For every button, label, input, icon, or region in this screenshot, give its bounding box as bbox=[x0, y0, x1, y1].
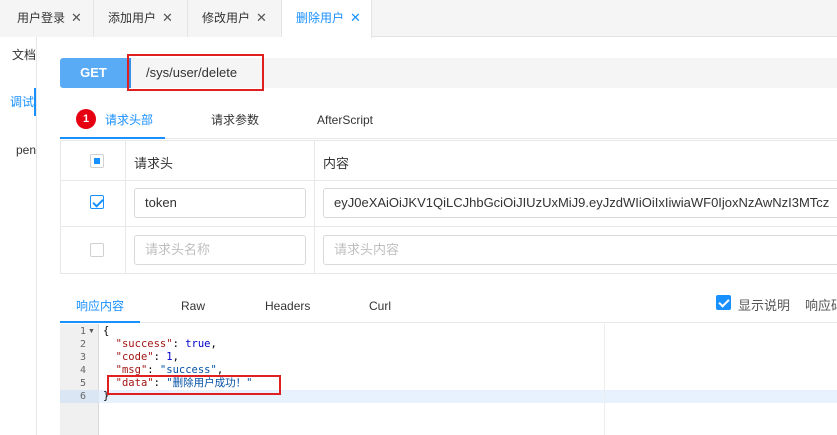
line-number: 3 bbox=[79, 352, 86, 363]
code-line: "code": 1, bbox=[115, 351, 179, 363]
json-value: 1 bbox=[166, 351, 173, 363]
tab-user-login[interactable]: 用户登录 ✕ bbox=[0, 0, 94, 37]
tab-edit-user[interactable]: 修改用户 ✕ bbox=[188, 0, 282, 37]
divider bbox=[61, 226, 837, 227]
header-name-input[interactable]: token bbox=[134, 188, 306, 218]
close-icon[interactable]: ✕ bbox=[350, 0, 361, 35]
response-code-label: 响应码 bbox=[805, 298, 837, 313]
line-number: 6 bbox=[79, 391, 86, 402]
divider bbox=[61, 180, 837, 181]
menu-item-open[interactable]: pen bbox=[0, 143, 36, 157]
column-header-name: 请求头 bbox=[134, 156, 174, 171]
print-margin bbox=[604, 324, 605, 435]
tab-add-user[interactable]: 添加用户 ✕ bbox=[94, 0, 188, 37]
divider bbox=[60, 322, 837, 323]
row-checkbox[interactable] bbox=[90, 243, 104, 257]
row-checkbox[interactable] bbox=[90, 195, 104, 209]
header-count-badge: 1 bbox=[76, 109, 96, 129]
code-line: "success": true, bbox=[115, 338, 217, 350]
select-all-checkbox[interactable] bbox=[90, 154, 104, 168]
highlight-box bbox=[127, 54, 264, 91]
tab-curl[interactable]: Curl bbox=[369, 297, 391, 315]
divider bbox=[125, 141, 126, 274]
tab-delete-user[interactable]: 删除用户 ✕ bbox=[282, 0, 372, 38]
fold-arrow-icon[interactable]: ▼ bbox=[88, 325, 96, 338]
header-value-input[interactable]: eyJ0eXAiOiJKV1QiLCJhbGciOiJIUzUxMiJ9.eyJ… bbox=[323, 188, 837, 218]
tab-afterscript[interactable]: AfterScript bbox=[317, 110, 373, 130]
menu-item-debug[interactable]: 调试 bbox=[0, 88, 36, 116]
tab-label: 添加用户 bbox=[108, 11, 157, 25]
close-icon[interactable]: ✕ bbox=[162, 0, 173, 35]
close-icon[interactable]: ✕ bbox=[71, 0, 82, 35]
tab-raw[interactable]: Raw bbox=[181, 297, 205, 315]
menu-item-docs[interactable]: 文档 bbox=[0, 46, 36, 63]
code-line: { bbox=[103, 325, 110, 337]
tab-label: 删除用户 bbox=[296, 11, 345, 25]
tab-request-params[interactable]: 请求参数 bbox=[211, 110, 259, 130]
highlight-box bbox=[107, 375, 281, 395]
tab-response-content[interactable]: 响应内容 bbox=[76, 297, 124, 315]
active-tab-indicator bbox=[60, 137, 165, 139]
method-button[interactable]: GET bbox=[60, 58, 127, 88]
divider bbox=[60, 138, 837, 139]
tab-request-headers[interactable]: 请求头部 bbox=[105, 110, 153, 130]
json-key: "success" bbox=[115, 338, 173, 350]
line-number: 1 bbox=[79, 326, 86, 337]
header-name-input[interactable]: 请求头名称 bbox=[134, 235, 306, 265]
json-key: "code" bbox=[115, 351, 154, 363]
tab-label: 用户登录 bbox=[17, 11, 66, 25]
show-description-label: 显示说明 bbox=[738, 298, 791, 313]
column-header-value: 内容 bbox=[323, 156, 350, 171]
line-number: 2 bbox=[79, 339, 86, 350]
line-number: 5 bbox=[79, 378, 86, 389]
line-number: 4 bbox=[79, 365, 86, 376]
close-icon[interactable]: ✕ bbox=[256, 0, 267, 35]
active-tab-indicator bbox=[60, 321, 140, 323]
header-value-input[interactable]: 请求头内容 bbox=[323, 235, 837, 265]
show-description-checkbox[interactable] bbox=[716, 295, 731, 310]
tab-headers[interactable]: Headers bbox=[265, 297, 310, 315]
json-value: true bbox=[185, 338, 211, 350]
tab-label: 修改用户 bbox=[202, 11, 251, 25]
divider bbox=[314, 141, 315, 274]
